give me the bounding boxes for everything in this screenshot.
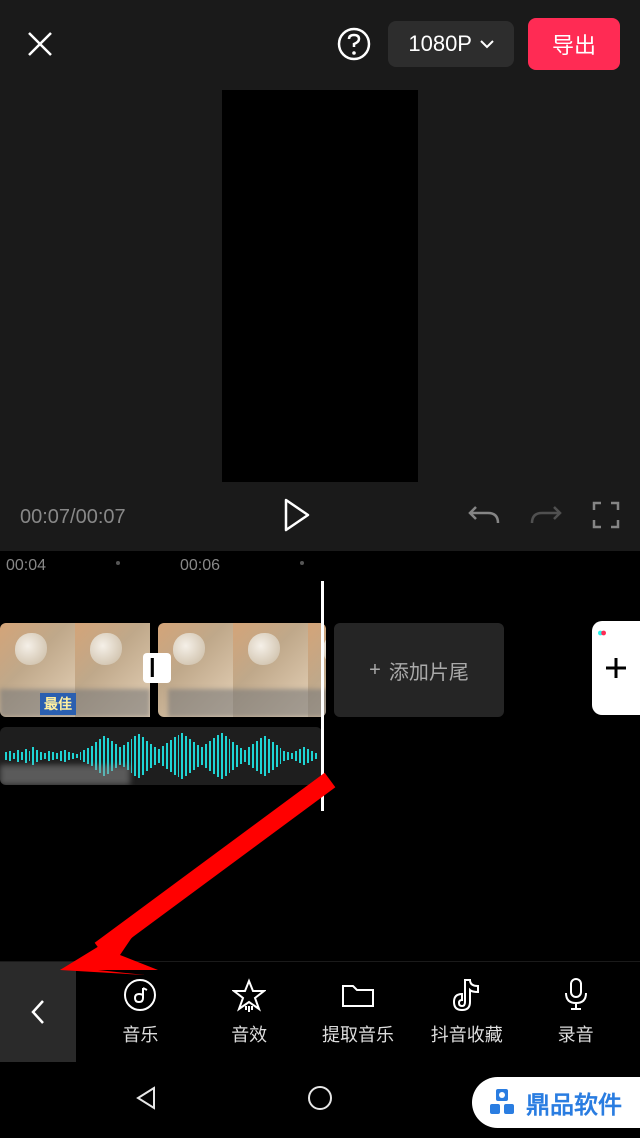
resolution-selector[interactable]: 1080P bbox=[388, 21, 514, 67]
ruler-dot bbox=[300, 561, 304, 565]
douyin-icon bbox=[449, 977, 485, 1013]
playhead[interactable] bbox=[321, 581, 324, 811]
transition-button[interactable]: ▎ bbox=[143, 653, 171, 683]
triangle-back-icon bbox=[134, 1085, 160, 1111]
fullscreen-icon bbox=[592, 501, 620, 529]
tool-label: 音乐 bbox=[122, 1021, 158, 1047]
video-track: 最佳 ▎ + 添加片尾 bbox=[0, 621, 640, 719]
audio-clip[interactable]: // placeholder handled below after data … bbox=[0, 727, 322, 785]
ruler-tick: 00:06 bbox=[180, 557, 220, 575]
tool-label: 抖音收藏 bbox=[431, 1021, 503, 1047]
play-button[interactable] bbox=[282, 498, 312, 537]
tool-label: 提取音乐 bbox=[322, 1021, 394, 1047]
redo-icon bbox=[530, 501, 562, 529]
add-ending-button[interactable]: + 添加片尾 bbox=[334, 623, 504, 717]
play-bar: 00:07/00:07 bbox=[0, 483, 640, 551]
top-bar: 1080P 导出 bbox=[0, 0, 640, 88]
star-sound-icon bbox=[231, 977, 267, 1013]
export-label: 导出 bbox=[552, 33, 596, 58]
music-note-icon bbox=[122, 977, 158, 1013]
audio-toolbar: 音乐 音效 提取音乐 抖音收藏 录音 bbox=[0, 962, 640, 1062]
circle-home-icon bbox=[307, 1085, 333, 1111]
plus-icon bbox=[602, 654, 630, 682]
tool-music[interactable]: 音乐 bbox=[95, 977, 185, 1047]
resolution-label: 1080P bbox=[408, 31, 472, 57]
redo-button[interactable] bbox=[530, 501, 562, 534]
video-clip[interactable]: 最佳 bbox=[0, 623, 150, 717]
add-clip-button[interactable] bbox=[592, 621, 640, 715]
export-button[interactable]: 导出 bbox=[528, 18, 620, 70]
tool-record[interactable]: 录音 bbox=[531, 977, 621, 1047]
video-clip[interactable] bbox=[158, 623, 326, 717]
tool-extract-music[interactable]: 提取音乐 bbox=[313, 977, 403, 1047]
nav-home-button[interactable] bbox=[307, 1085, 333, 1116]
tool-label: 音效 bbox=[231, 1021, 267, 1047]
close-icon bbox=[25, 29, 55, 59]
back-button[interactable] bbox=[0, 962, 76, 1062]
tool-douyin-favorites[interactable]: 抖音收藏 bbox=[422, 977, 512, 1047]
timecode: 00:07/00:07 bbox=[20, 506, 126, 529]
undo-icon bbox=[468, 501, 500, 529]
play-icon bbox=[282, 498, 312, 532]
clip-caption: 最佳 bbox=[40, 693, 76, 715]
ruler-tick: 00:04 bbox=[6, 557, 46, 575]
watermark-logo-icon bbox=[486, 1087, 518, 1119]
folder-icon bbox=[340, 977, 376, 1013]
plus-icon: + bbox=[369, 659, 381, 682]
help-icon bbox=[337, 27, 371, 61]
tool-sound-effect[interactable]: 音效 bbox=[204, 977, 294, 1047]
chevron-left-icon bbox=[29, 997, 47, 1027]
add-ending-label: 添加片尾 bbox=[389, 656, 469, 685]
timeline-ruler[interactable]: 00:04 00:06 bbox=[0, 551, 640, 581]
watermark-text: 鼎品软件 bbox=[526, 1085, 622, 1120]
tool-label: 录音 bbox=[558, 1021, 594, 1047]
preview-frame[interactable] bbox=[222, 90, 418, 482]
nav-back-button[interactable] bbox=[134, 1085, 160, 1116]
tiktok-badge-icon bbox=[598, 629, 606, 637]
watermark-badge: 鼎品软件 bbox=[472, 1077, 640, 1128]
chevron-down-icon bbox=[480, 39, 494, 49]
undo-button[interactable] bbox=[468, 501, 500, 534]
preview-area bbox=[0, 88, 640, 483]
timeline-area[interactable]: 最佳 ▎ + 添加片尾 // placeholder handled below… bbox=[0, 581, 640, 961]
fullscreen-button[interactable] bbox=[592, 501, 620, 534]
help-button[interactable] bbox=[334, 24, 374, 64]
ruler-dot bbox=[116, 561, 120, 565]
close-button[interactable] bbox=[20, 24, 60, 64]
microphone-icon bbox=[558, 977, 594, 1013]
